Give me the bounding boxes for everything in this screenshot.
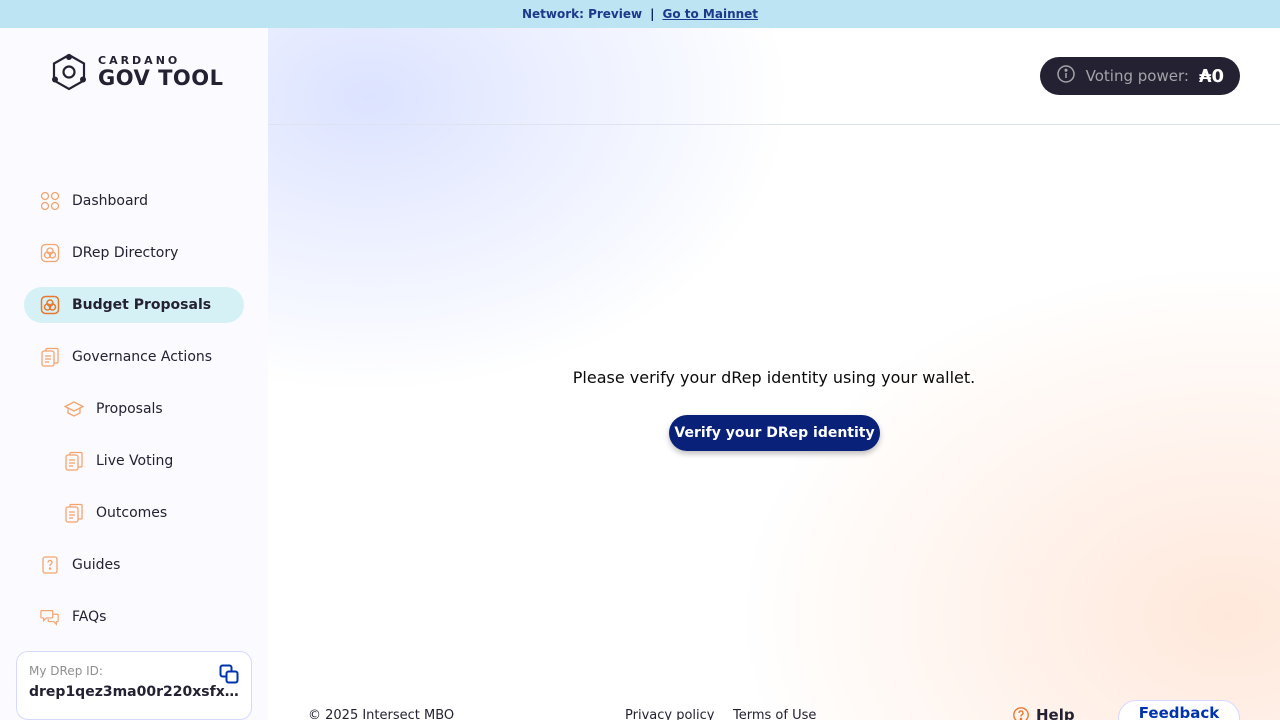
footer: © 2025 Intersect MBO Privacy policy Term… [268, 700, 1280, 720]
sidebar-item-drep-directory[interactable]: DRep Directory [24, 235, 244, 271]
copyright-text: © 2025 Intersect MBO [308, 708, 455, 720]
sidebar: CARDANO GOV TOOL Dashboard DRep Director… [0, 28, 268, 720]
live-voting-icon [64, 451, 84, 471]
sidebar-item-budget-proposals[interactable]: Budget Proposals [24, 287, 244, 323]
sidebar-item-governance-actions[interactable]: Governance Actions [24, 339, 244, 375]
privacy-policy-link[interactable]: Privacy policy [625, 708, 714, 720]
sidebar-item-label: Live Voting [96, 453, 174, 469]
sidebar-item-dashboard[interactable]: Dashboard [24, 183, 244, 219]
sidebar-item-label: Proposals [96, 401, 163, 417]
info-icon[interactable] [1056, 64, 1076, 88]
sidebar-item-label: DRep Directory [72, 245, 179, 261]
drep-id-value: drep1qez3ma00r220xsfxmk… [29, 684, 241, 700]
drep-id-label: My DRep ID: [29, 664, 103, 678]
sidebar-item-guides[interactable]: Guides [24, 547, 244, 583]
sidebar-item-label: Outcomes [96, 505, 168, 521]
network-banner: Network: Preview | Go to Mainnet [0, 0, 1280, 28]
sidebar-item-label: Guides [72, 557, 121, 573]
help-link[interactable]: Help [1012, 706, 1075, 720]
guides-icon [40, 555, 60, 575]
sidebar-item-label: Dashboard [72, 193, 148, 209]
sidebar-item-live-voting[interactable]: Live Voting [24, 443, 244, 479]
governance-actions-icon [40, 347, 60, 367]
sidebar-item-outcomes[interactable]: Outcomes [24, 495, 244, 531]
voting-power-value: ₳0 [1198, 65, 1224, 87]
voting-power-pill: Voting power: ₳0 [1039, 57, 1240, 95]
drep-directory-icon [40, 243, 60, 263]
sidebar-item-proposals[interactable]: Proposals [24, 391, 244, 427]
copy-icon[interactable] [219, 664, 239, 684]
main-content: Voting power: ₳0 Please verify your dRep… [268, 28, 1280, 720]
voting-power-label: Voting power: [1085, 67, 1189, 85]
dashboard-icon [40, 191, 60, 211]
my-drep-id-card: My DRep ID: drep1qez3ma00r220xsfxmk… [16, 651, 252, 720]
outcomes-icon [64, 503, 84, 523]
terms-of-use-link[interactable]: Terms of Use [733, 708, 816, 720]
logo-small-text: CARDANO [98, 54, 181, 67]
help-label: Help [1036, 706, 1075, 720]
proposals-icon [64, 399, 84, 419]
feedback-button[interactable]: Feedback [1118, 700, 1240, 720]
go-to-mainnet-link[interactable]: Go to Mainnet [662, 7, 758, 21]
sidebar-item-label: Budget Proposals [72, 297, 212, 313]
sidebar-item-label: Governance Actions [72, 349, 213, 365]
sidebar-item-faqs[interactable]: FAQs [24, 599, 244, 635]
logo-big-text: GOV TOOL [98, 66, 224, 90]
banner-separator: | [650, 7, 655, 21]
sidebar-item-label: FAQs [72, 609, 107, 625]
logo[interactable]: CARDANO GOV TOOL [48, 52, 224, 92]
verify-drep-identity-button[interactable]: Verify your DRep identity [669, 415, 880, 451]
network-label: Network: Preview [521, 7, 643, 21]
verify-message: Please verify your dRep identity using y… [572, 368, 976, 387]
top-bar: Voting power: ₳0 [268, 28, 1280, 125]
budget-proposals-icon [40, 295, 60, 315]
help-icon [1013, 707, 1029, 720]
cardano-logo-icon [52, 53, 86, 91]
faqs-icon [40, 607, 60, 627]
